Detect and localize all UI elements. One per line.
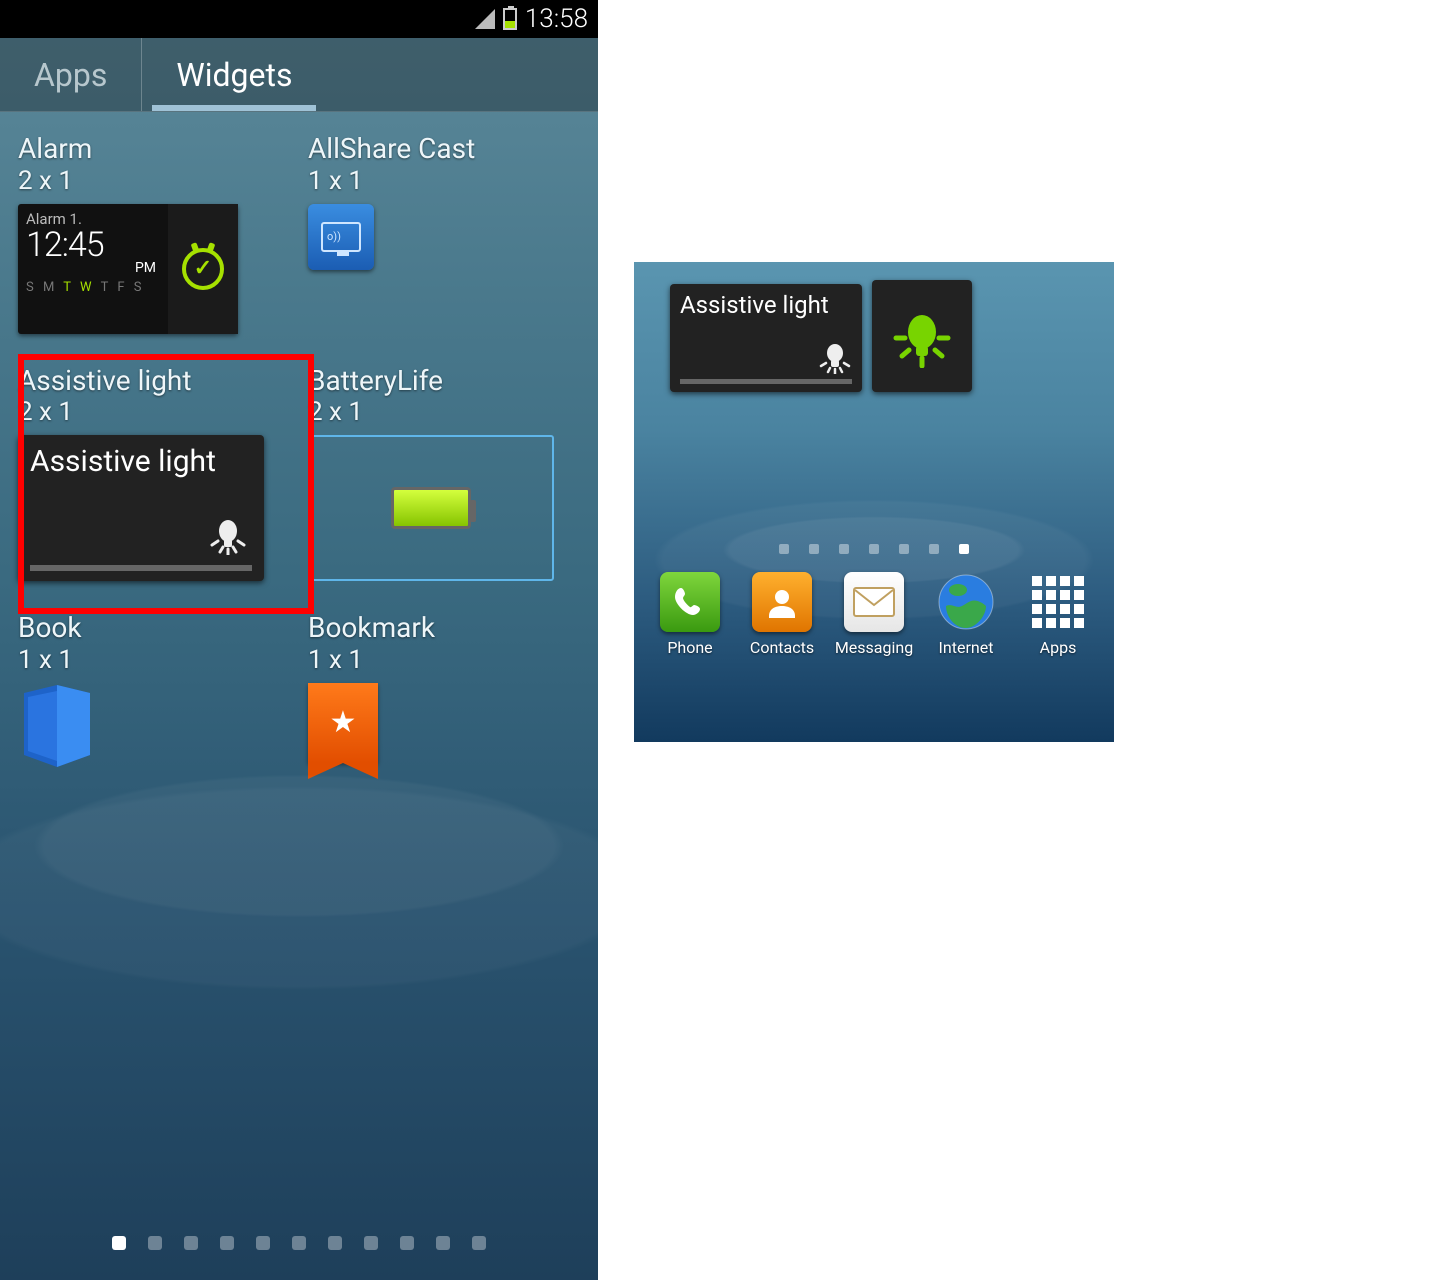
tab-widgets[interactable]: Widgets [141, 38, 326, 111]
widgets-grid: Alarm 2 x 1 Alarm 1. 12:45 PM S M T W T [0, 112, 598, 773]
assistive-slider[interactable] [680, 379, 852, 384]
widget-size: 2 x 1 [18, 166, 290, 196]
widget-bookmark[interactable]: Bookmark 1 x 1 ★ [308, 611, 580, 773]
batterylife-preview [308, 435, 554, 581]
page-dot[interactable] [148, 1236, 162, 1250]
status-bar: 13:58 [0, 0, 598, 38]
dock-contacts[interactable]: Contacts [741, 572, 823, 657]
bulb-on-icon [890, 304, 954, 368]
page-dot[interactable] [472, 1236, 486, 1250]
phone-icon [660, 572, 720, 632]
status-time: 13:58 [525, 4, 588, 34]
bulb-icon [818, 340, 852, 374]
home-page-indicator[interactable] [634, 544, 1114, 554]
dock-label: Internet [939, 638, 994, 657]
page-dot[interactable] [256, 1236, 270, 1250]
page-dot[interactable] [112, 1236, 126, 1250]
page-dot[interactable] [869, 544, 879, 554]
dock: Phone Contacts Messaging Internet [634, 554, 1114, 671]
widget-label: Book [18, 611, 290, 645]
page-dot[interactable] [809, 544, 819, 554]
battery-icon [503, 8, 517, 30]
home-screen: Assistive light [634, 262, 1114, 742]
home-widget-flashlight-toggle[interactable] [872, 280, 972, 392]
page-dot[interactable] [779, 544, 789, 554]
internet-icon [936, 572, 996, 632]
page-dot[interactable] [436, 1236, 450, 1250]
contacts-icon [752, 572, 812, 632]
dock-label: Apps [1040, 638, 1077, 657]
book-icon [18, 683, 96, 773]
widget-size: 1 x 1 [308, 166, 580, 196]
widget-label: Alarm [18, 132, 290, 166]
alarm-days: S M T W T F S [26, 280, 160, 295]
drawer-page-indicator[interactable] [0, 1216, 598, 1280]
widgets-screen: 13:58 Apps Widgets Alarm 2 x 1 Alarm 1. … [0, 0, 598, 1280]
messaging-icon [844, 572, 904, 632]
widget-size: 2 x 1 [308, 397, 580, 427]
star-icon: ★ [330, 705, 357, 740]
page-dot[interactable] [899, 544, 909, 554]
page-dot[interactable] [400, 1236, 414, 1250]
page-dot[interactable] [184, 1236, 198, 1250]
page-dot[interactable] [959, 544, 969, 554]
alarm-clock-icon: ✓ [182, 248, 224, 290]
book-preview [18, 683, 96, 773]
alarm-time: 12:45 [26, 228, 160, 262]
widget-book[interactable]: Book 1 x 1 [18, 611, 290, 773]
drawer-tabs: Apps Widgets [0, 38, 598, 112]
cast-monitor-icon: o)) [321, 222, 361, 252]
page-dot[interactable] [364, 1236, 378, 1250]
page-dot[interactable] [292, 1236, 306, 1250]
page-dot[interactable] [929, 544, 939, 554]
dock-internet[interactable]: Internet [925, 572, 1007, 657]
bookmark-preview: ★ [308, 683, 378, 773]
alarm-preview: Alarm 1. 12:45 PM S M T W T F S [18, 204, 238, 334]
home-widget-assistive-light[interactable]: Assistive light [670, 284, 862, 392]
allshare-preview: o)) [308, 204, 374, 270]
widget-size: 1 x 1 [18, 645, 290, 675]
dock-messaging[interactable]: Messaging [833, 572, 915, 657]
bookmark-icon: ★ [308, 683, 378, 763]
widget-label: BatteryLife [308, 364, 580, 398]
battery-graphic-icon [391, 487, 471, 529]
dock-phone[interactable]: Phone [649, 572, 731, 657]
highlight-annotation [18, 354, 314, 614]
home-widgets-row: Assistive light [634, 262, 1114, 392]
dock-apps[interactable]: Apps [1017, 572, 1099, 657]
widget-alarm[interactable]: Alarm 2 x 1 Alarm 1. 12:45 PM S M T W T [18, 132, 290, 334]
widget-assistive-light[interactable]: Assistive light 2 x 1 Assistive light [18, 364, 290, 582]
widget-label: AllShare Cast [308, 132, 580, 166]
apps-icon [1028, 572, 1088, 632]
widget-batterylife[interactable]: BatteryLife 2 x 1 [308, 364, 580, 582]
widget-label: Bookmark [308, 611, 580, 645]
widget-allshare-cast[interactable]: AllShare Cast 1 x 1 o)) [308, 132, 580, 334]
dock-label: Contacts [750, 638, 814, 657]
page-dot[interactable] [839, 544, 849, 554]
dock-label: Phone [667, 638, 712, 657]
signal-icon [475, 9, 495, 29]
page-dot[interactable] [328, 1236, 342, 1250]
assistive-widget-text: Assistive light [680, 292, 852, 318]
page-dot[interactable] [220, 1236, 234, 1250]
dock-label: Messaging [835, 638, 913, 657]
widget-size: 1 x 1 [308, 645, 580, 675]
tab-apps[interactable]: Apps [0, 38, 141, 111]
